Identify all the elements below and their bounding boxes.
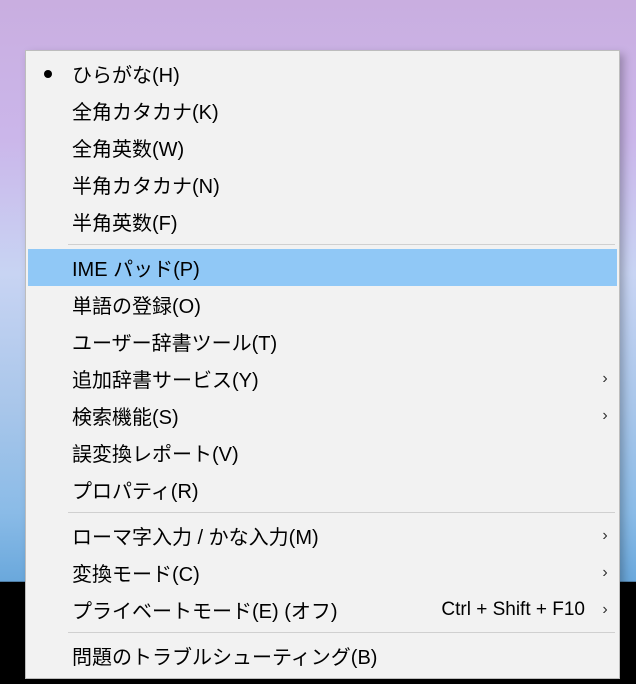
submenu-indicator: › xyxy=(593,407,617,425)
radio-dot-icon xyxy=(44,70,52,78)
menu-item-search-func[interactable]: 検索機能(S) › xyxy=(28,397,617,434)
menu-item-label: 単語の登録(O) xyxy=(68,290,593,319)
menu-item-private-mode[interactable]: プライベートモード(E) (オフ)Ctrl + Shift + F10 › xyxy=(28,591,617,628)
menu-item-label: 検索機能(S) xyxy=(68,401,593,430)
menu-separator xyxy=(68,512,615,513)
menu-item-troubleshoot[interactable]: 問題のトラブルシューティング(B) xyxy=(28,637,617,674)
radio-indicator xyxy=(28,70,68,78)
menu-item-label: プライベートモード(E) (オフ) xyxy=(68,595,441,624)
menu-item-word-register[interactable]: 単語の登録(O) xyxy=(28,286,617,323)
menu-item-label: IME パッド(P) xyxy=(68,253,593,282)
menu-item-label: 半角カタカナ(N) xyxy=(68,170,593,199)
menu-item-label: 半角英数(F) xyxy=(68,207,593,236)
submenu-indicator: › xyxy=(593,564,617,582)
menu-item-zenkaku-katakana[interactable]: 全角カタカナ(K) xyxy=(28,92,617,129)
chevron-right-icon: › xyxy=(602,564,607,582)
menu-item-shortcut: Ctrl + Shift + F10 xyxy=(441,599,593,621)
menu-item-label: ひらがな(H) xyxy=(68,59,593,88)
menu-item-label: 問題のトラブルシューティング(B) xyxy=(68,641,593,670)
menu-item-zenkaku-eisu[interactable]: 全角英数(W) xyxy=(28,129,617,166)
menu-item-label: 変換モード(C) xyxy=(68,558,593,587)
menu-item-label: プロパティ(R) xyxy=(68,475,593,504)
desktop-viewport: 2017/01/12 2 ひらがな(H)全角カタカナ(K)全角英数(W)半角カタ… xyxy=(0,0,636,684)
submenu-indicator: › xyxy=(593,601,617,619)
submenu-indicator: › xyxy=(593,527,617,545)
menu-item-label: 全角カタカナ(K) xyxy=(68,96,593,125)
chevron-right-icon: › xyxy=(602,407,607,425)
menu-item-label: 追加辞書サービス(Y) xyxy=(68,364,593,393)
chevron-right-icon: › xyxy=(602,601,607,619)
chevron-right-icon: › xyxy=(602,370,607,388)
menu-item-label: ユーザー辞書ツール(T) xyxy=(68,327,593,356)
menu-item-ime-pad[interactable]: IME パッド(P) xyxy=(28,249,617,286)
menu-separator xyxy=(68,632,615,633)
menu-separator xyxy=(68,244,615,245)
menu-item-hankaku-eisu[interactable]: 半角英数(F) xyxy=(28,203,617,240)
chevron-right-icon: › xyxy=(602,527,607,545)
menu-item-label: 誤変換レポート(V) xyxy=(68,438,593,467)
menu-item-hankaku-katakana[interactable]: 半角カタカナ(N) xyxy=(28,166,617,203)
menu-item-hiragana[interactable]: ひらがな(H) xyxy=(28,55,617,92)
menu-item-label: ローマ字入力 / かな入力(M) xyxy=(68,521,593,550)
menu-item-addon-dict[interactable]: 追加辞書サービス(Y) › xyxy=(28,360,617,397)
menu-item-misconv-report[interactable]: 誤変換レポート(V) xyxy=(28,434,617,471)
submenu-indicator: › xyxy=(593,370,617,388)
menu-item-romaji-kana-input[interactable]: ローマ字入力 / かな入力(M) › xyxy=(28,517,617,554)
menu-item-label: 全角英数(W) xyxy=(68,133,593,162)
ime-context-menu[interactable]: ひらがな(H) 全角カタカナ(K) 全角英数(W) 半角カタカナ(N) 半角英数(F) I… xyxy=(25,50,620,679)
menu-item-user-dict-tool[interactable]: ユーザー辞書ツール(T) xyxy=(28,323,617,360)
menu-item-conversion-mode[interactable]: 変換モード(C) › xyxy=(28,554,617,591)
menu-item-properties[interactable]: プロパティ(R) xyxy=(28,471,617,508)
